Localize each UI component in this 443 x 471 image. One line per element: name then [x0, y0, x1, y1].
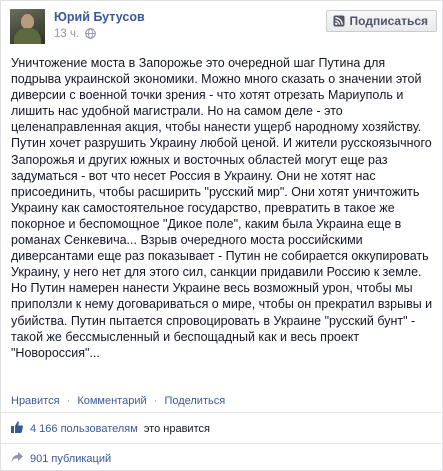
- like-link[interactable]: Нравится: [11, 395, 60, 407]
- rss-subscribe-icon: [333, 15, 345, 27]
- avatar[interactable]: [10, 9, 45, 44]
- author-name[interactable]: Юрий Бутусов: [54, 10, 145, 24]
- comment-link[interactable]: Комментарий: [77, 395, 146, 407]
- subscribe-button[interactable]: Подписаться: [325, 10, 437, 32]
- shares-row: 901 публикаций: [10, 450, 111, 467]
- likes-row: 4 166 пользователям это нравится: [10, 420, 210, 437]
- separator: ·: [153, 395, 158, 407]
- facebook-post: Юрий Бутусов 13 ч. Подписаться Уничтожен…: [0, 0, 443, 471]
- post-meta: 13 ч.: [54, 28, 97, 42]
- divider: [1, 412, 443, 413]
- post-body-text: Уничтожение моста в Запорожье это очеред…: [11, 56, 433, 360]
- subscribe-label: Подписаться: [349, 14, 428, 28]
- post-actions: Нравится · Комментарий · Поделиться: [11, 395, 225, 407]
- avatar-body: [14, 28, 41, 44]
- globe-icon[interactable]: [85, 28, 97, 42]
- shares-count[interactable]: 901 публикаций: [30, 453, 111, 465]
- likes-count[interactable]: 4 166 пользователям: [30, 423, 138, 435]
- share-icon: [10, 450, 24, 467]
- avatar-head: [21, 14, 34, 29]
- divider: [1, 443, 443, 444]
- likes-suffix: это нравится: [143, 422, 210, 435]
- post-time[interactable]: 13 ч.: [54, 28, 79, 40]
- share-link[interactable]: Поделиться: [164, 395, 225, 407]
- separator: ·: [66, 395, 71, 407]
- thumbs-up-icon: [10, 420, 24, 437]
- post-header: Юрий Бутусов 13 ч. Подписаться: [1, 1, 443, 51]
